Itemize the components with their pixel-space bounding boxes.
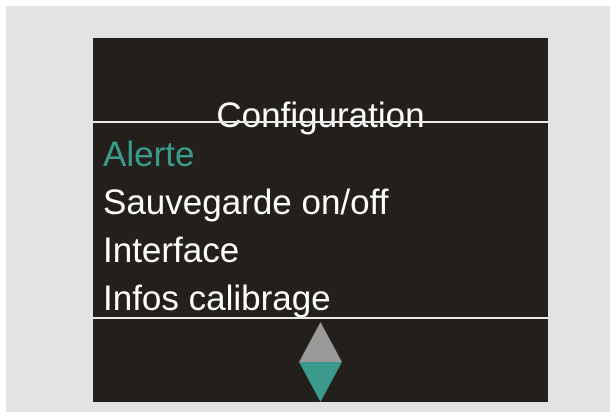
menu-item-interface[interactable]: Interface [103,227,388,275]
scroll-indicator[interactable] [299,322,342,402]
config-menu: Alerte Sauvegarde on/off Interface Infos… [103,131,388,323]
triangle-up-icon[interactable] [299,322,342,362]
device-frame: Configuration Alerte Sauvegarde on/off I… [6,6,610,412]
triangle-down-icon[interactable] [299,362,342,402]
lcd-screen: Configuration Alerte Sauvegarde on/off I… [93,38,548,402]
menu-item-alerte[interactable]: Alerte [103,131,388,179]
menu-item-sauvegarde[interactable]: Sauvegarde on/off [103,179,388,227]
footer-divider [93,317,548,319]
title-divider [93,121,548,123]
menu-item-infos-calibrage[interactable]: Infos calibrage [103,275,388,323]
